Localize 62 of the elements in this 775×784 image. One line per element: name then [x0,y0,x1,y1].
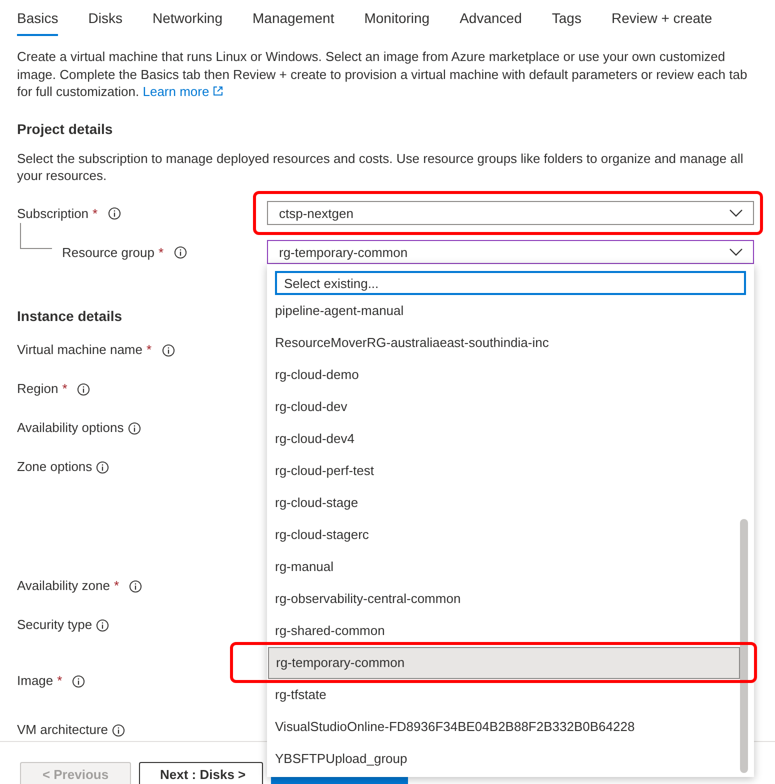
info-icon [129,580,142,592]
dropdown-option[interactable]: rg-cloud-dev [267,396,754,418]
dropdown-field[interactable]: rg-temporary-common [267,240,754,264]
required-asterisk: * [57,672,62,688]
dropdown-option[interactable]: rg-manual [267,556,754,578]
footer-button[interactable]: Next : Disks > [139,762,263,784]
section-description: Select the subscription to manage deployed resources and costs. Use resource groups like folders to organize and manage all your resources. [17,150,744,184]
required-asterisk: * [158,244,164,260]
info-icon [96,618,110,632]
dropdown-option[interactable]: ResourceMoverRG-australiaeast-southindia-inc [267,332,754,354]
field-label: Image [17,672,54,688]
section-heading: Instance details [17,308,122,324]
dropdown-field[interactable]: ctsp-nextgen [267,201,754,225]
scrollbar-thumb[interactable] [740,519,748,773]
tab[interactable]: Monitoring [364,8,430,36]
dropdown-option[interactable]: YBSFTPUpload_group [267,748,754,770]
field-label: Availability options [17,420,124,434]
required-asterisk: * [92,206,98,220]
required-asterisk: * [146,342,152,356]
info-icon [96,460,110,474]
field-label: VM architecture [17,722,108,736]
field-label: Subscription [17,206,89,220]
dropdown-option[interactable]: pipeline-agent-manual [267,300,754,322]
external-link-icon [212,86,223,96]
required-asterisk: * [114,578,120,592]
tab[interactable]: Disks [88,8,122,36]
dropdown-option[interactable]: rg-temporary-common [268,647,740,679]
tab[interactable]: Networking [152,8,222,36]
info-icon [128,422,141,434]
info-icon [162,344,175,356]
field-label: Security type [17,616,92,632]
info-icon [112,724,126,736]
section-heading: Project details [17,120,113,136]
dropdown-option[interactable]: rg-tfstate [267,684,754,706]
info-icon [72,674,86,688]
dropdown-option[interactable]: rg-cloud-perf-test [267,460,754,482]
info-icon [77,382,90,396]
required-asterisk: * [62,380,68,396]
tab[interactable]: Tags [552,8,582,36]
search-field[interactable]: Select existing... [275,271,746,295]
dropdown-option[interactable]: rg-cloud-stage [267,492,754,514]
field-label: Resource group [62,244,154,260]
dropdown-option[interactable]: rg-observability-central-common [267,588,754,610]
dropdown-option[interactable]: rg-cloud-dev4 [267,428,754,450]
info-icon [108,206,121,220]
field-label: Virtual machine name [17,342,142,356]
info-icon [174,246,187,258]
dropdown-option[interactable]: rg-cloud-stagerc [267,524,754,546]
tab[interactable]: Basics [17,8,58,36]
tab[interactable]: Management [252,8,334,36]
field-label: Zone options [17,458,92,474]
chevron-down-icon [729,248,743,256]
tab[interactable]: Advanced [460,8,522,36]
chevron-down-icon [729,209,743,217]
field-label: Region [17,380,58,396]
learn-more-link[interactable]: Learn more [142,84,223,99]
field-label: Availability zone [17,578,110,592]
tab[interactable]: Review + create [611,8,712,36]
intro-text: Create a virtual machine that runs Linux or Windows. Select an image from Azure marketplace or use your own customized image. Complete the Basics tab then Review + create to provision a virtual machine with default parameters or review each tab for full customization. Learn more [17,48,748,100]
dropdown-option[interactable]: rg-shared-common [267,620,754,642]
dropdown-option[interactable]: rg-cloud-demo [267,364,754,386]
dropdown-option[interactable]: VisualStudioOnline-FD8936F34BE04B2B88F2B332B0B64228 [267,716,754,738]
